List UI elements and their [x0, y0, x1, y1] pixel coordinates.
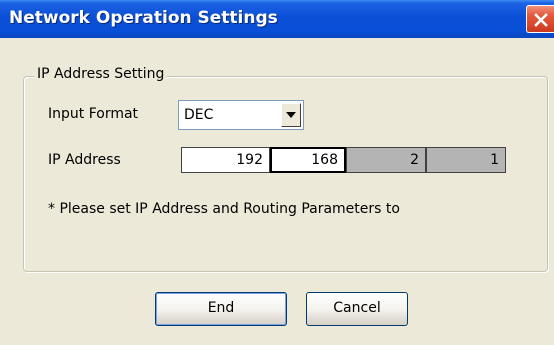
input-format-select[interactable]: DEC: [178, 100, 304, 130]
input-format-dropdown-button[interactable]: [281, 103, 301, 127]
input-format-label: Input Format: [48, 106, 139, 122]
ip-octet-2-field[interactable]: 168: [270, 147, 346, 173]
cancel-button[interactable]: Cancel: [306, 292, 408, 326]
ip-octet-1-field[interactable]: 192: [181, 147, 270, 173]
end-button[interactable]: End: [155, 292, 287, 326]
dialog-window: Network Operation Settings IP Address Se…: [0, 0, 554, 345]
ip-address-label: IP Address: [48, 152, 121, 168]
dialog-title: Network Operation Settings: [9, 8, 278, 28]
chevron-down-icon: [286, 112, 296, 118]
close-icon: [534, 13, 548, 27]
input-format-value: DEC: [184, 107, 214, 123]
ip-setting-note: * Please set IP Address and Routing Para…: [48, 201, 400, 217]
title-bar[interactable]: Network Operation Settings: [0, 0, 554, 38]
close-button[interactable]: [526, 5, 554, 33]
groupbox-legend: IP Address Setting: [34, 66, 168, 82]
ip-octet-4-field[interactable]: 1: [426, 147, 506, 173]
ip-octet-3-field[interactable]: 2: [346, 147, 426, 173]
